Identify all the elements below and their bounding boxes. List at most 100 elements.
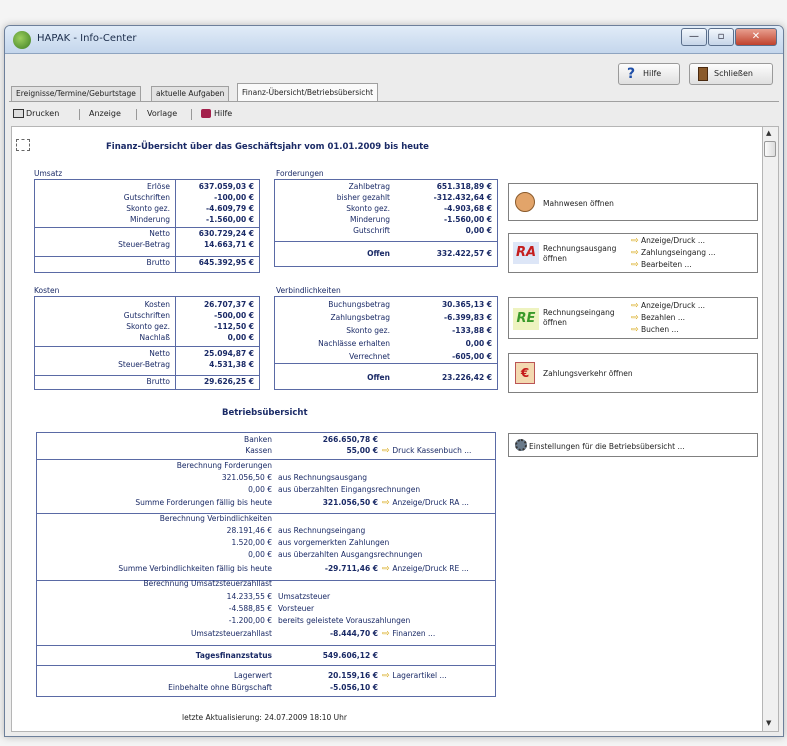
scroll-thumb[interactable] [764, 141, 776, 157]
banken-label: Banken [244, 435, 272, 444]
view-button[interactable]: Anzeige [89, 106, 121, 122]
druck-kassenbuch-link-label: Druck Kassenbuch ... [392, 446, 472, 455]
re-link-bezahlen[interactable]: ⇨ Bezahlen ... [631, 313, 685, 323]
verbindlichkeiten-offen-label: Offen [367, 373, 390, 382]
re-icon: RE [513, 308, 539, 330]
anzeige-druck-ra-link-label: Anzeige/Druck RA ... [392, 498, 469, 507]
settings-button[interactable]: Einstellungen für die Betriebsübersicht … [508, 433, 758, 457]
scroll-up-icon[interactable]: ▲ [766, 129, 771, 137]
druck-kassenbuch-link[interactable]: ⇨ Druck Kassenbuch ... [382, 446, 471, 456]
kosten-steuer-label: Steuer-Betrag [118, 360, 170, 369]
divider [35, 227, 259, 228]
rechnungsausgang-open-button[interactable]: Rechnungsausgang öffnen [543, 244, 629, 264]
bf-value-0: 321.056,50 € [221, 473, 272, 482]
title-bar: HAPAK - Info-Center — ▫ ✕ [5, 26, 783, 54]
ra-link-zahlungseingang[interactable]: ⇨ Zahlungseingang ... [631, 248, 716, 258]
maximize-button[interactable]: ▫ [708, 28, 734, 46]
column-divider [175, 297, 176, 389]
close-button-label: Schließen [714, 69, 753, 78]
section-verbindlichkeiten-title: Verbindlichkeiten [276, 286, 341, 295]
verbindlichkeiten-row-label: Verrechnet [349, 352, 390, 361]
verbindlichkeiten-row-value: 30.365,13 € [441, 300, 492, 309]
arrow-right-icon: ⇨ [631, 313, 639, 323]
umsatz-brutto-label: Brutto [146, 258, 170, 267]
arrow-right-icon: ⇨ [382, 629, 393, 639]
print-button[interactable]: Drucken [13, 106, 59, 122]
mahnwesen-button[interactable]: Mahnwesen öffnen [508, 183, 758, 221]
kosten-brutto-value: 29.626,25 € [203, 377, 254, 386]
toolbar-separator [79, 109, 80, 120]
umsatz-netto-label: Netto [149, 229, 170, 238]
arrow-right-icon: ⇨ [631, 260, 639, 270]
bf-sum-label: Summe Forderungen fällig bis heute [135, 498, 272, 507]
lagerartikel-link-label: Lagerartikel ... [392, 671, 447, 680]
verbindlichkeiten-row-value: 0,00 € [465, 339, 492, 348]
rechnungseingang-open-button[interactable]: Rechnungseingang öffnen [543, 308, 629, 328]
close-button[interactable]: Schließen [689, 63, 773, 85]
re-link-bezahlen-label: Bezahlen ... [640, 313, 685, 322]
mahnwesen-icon [515, 192, 535, 212]
kassen-value: 55,00 € [346, 446, 378, 455]
divider [35, 346, 259, 347]
bv-desc-1: aus vorgemerkten Zahlungen [278, 538, 390, 547]
tab-aufgaben[interactable]: aktuelle Aufgaben [151, 86, 230, 101]
tab-finanz[interactable]: Finanz-Übersicht/Betriebsübersicht [237, 83, 379, 102]
re-link-buchen[interactable]: ⇨ Buchen ... [631, 325, 679, 335]
ra-link-anzeige[interactable]: ⇨ Anzeige/Druck ... [631, 236, 705, 246]
help-button[interactable]: ? Hilfe [618, 63, 680, 85]
content-area: Finanz-Übersicht über das Geschäftsjahr … [11, 126, 763, 732]
kosten-row-label: Skonto gez. [126, 322, 170, 331]
anzeige-druck-ra-link[interactable]: ⇨ Anzeige/Druck RA ... [382, 498, 469, 508]
bf-title: Berechnung Forderungen [176, 461, 272, 470]
printer-icon [13, 109, 24, 118]
finanzen-link[interactable]: ⇨ Finanzen ... [382, 629, 435, 639]
bf-desc-1: aus überzahlten Eingangsrechnungen [278, 485, 421, 494]
verbindlichkeiten-row-label: Skonto gez. [346, 326, 390, 335]
help-book-button[interactable]: Hilfe [201, 106, 232, 122]
kosten-row-label: Nachlaß [139, 333, 171, 342]
window-title: HAPAK - Info-Center [37, 33, 137, 44]
minimize-button[interactable]: — [681, 28, 707, 46]
einbehalt-value: -5.056,10 € [330, 683, 378, 692]
section-kosten-title: Kosten [34, 286, 60, 295]
re-link-anzeige[interactable]: ⇨ Anzeige/Druck ... [631, 301, 705, 311]
scroll-down-icon[interactable]: ▼ [766, 719, 771, 727]
divider [35, 375, 259, 376]
ra-link-bearbeiten[interactable]: ⇨ Bearbeiten ... [631, 260, 692, 270]
bu-sum-label: Umsatzsteuerzahllast [191, 629, 272, 638]
divider [37, 665, 495, 666]
tab-ereignisse[interactable]: Ereignisse/Termine/Geburtstage [11, 86, 141, 101]
close-window-button[interactable]: ✕ [735, 28, 777, 46]
toolbar-separator [191, 109, 192, 120]
template-button[interactable]: Vorlage [147, 106, 177, 122]
column-divider [175, 180, 176, 272]
bv-sum-label: Summe Verbindlichkeiten fällig bis heute [118, 564, 272, 573]
bv-sum-value: -29.711,46 € [324, 564, 378, 573]
vertical-scrollbar[interactable]: ▲ ▼ [763, 126, 779, 732]
bu-value-2: -1.200,00 € [228, 616, 272, 625]
selection-marker [16, 139, 30, 151]
kosten-row-value: -112,50 € [214, 322, 254, 331]
umsatz-row-value: -100,00 € [214, 193, 254, 202]
bu-desc-2: bereits geleistete Vorauszahlungen [278, 616, 411, 625]
forderungen-row-value: 0,00 € [465, 226, 492, 235]
re-link-buchen-label: Buchen ... [640, 325, 679, 334]
help-button-label: Hilfe [643, 69, 662, 78]
umsatz-netto-value: 630.729,24 € [198, 229, 254, 238]
bv-value-0: 28.191,46 € [226, 526, 272, 535]
arrow-right-icon: ⇨ [631, 325, 639, 335]
verbindlichkeiten-row-value: -133,88 € [452, 326, 492, 335]
re-link-anzeige-label: Anzeige/Druck ... [640, 301, 705, 310]
umsatz-row-label: Gutschriften [123, 193, 170, 202]
lagerartikel-link[interactable]: ⇨ Lagerartikel ... [382, 671, 447, 681]
zahlungsverkehr-button[interactable]: € Zahlungsverkehr öffnen [508, 353, 758, 393]
forderungen-row-value: 651.318,89 € [436, 182, 492, 191]
section-umsatz-title: Umsatz [34, 169, 63, 178]
forderungen-offen-label: Offen [367, 249, 390, 258]
help-icon: ? [627, 66, 636, 82]
page-heading: Finanz-Übersicht über das Geschäftsjahr … [106, 142, 429, 152]
forderungen-row-value: -1.560,00 € [444, 215, 492, 224]
anzeige-druck-re-link[interactable]: ⇨ Anzeige/Druck RE ... [382, 564, 469, 574]
umsatz-steuer-label: Steuer-Betrag [118, 240, 170, 249]
help-book-label: Hilfe [214, 109, 233, 118]
